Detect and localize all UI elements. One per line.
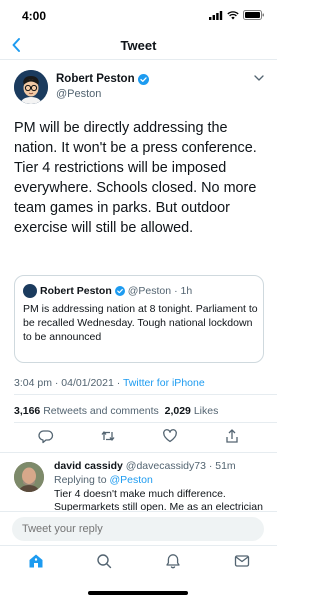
tweet-timestamp: 3:04 pm · 04/01/2021 · Twitter for iPhon… bbox=[14, 377, 205, 389]
retweet-icon[interactable] bbox=[100, 428, 116, 444]
tweet-author: Robert Peston @Peston bbox=[14, 70, 264, 106]
author-name[interactable]: Robert Peston bbox=[56, 73, 149, 85]
author-handle: @Peston bbox=[56, 88, 102, 100]
replying-to-handle[interactable]: @Peston bbox=[109, 474, 152, 486]
notifications-icon[interactable] bbox=[165, 553, 181, 569]
likes-count[interactable]: 2,029 bbox=[165, 405, 191, 417]
reply-compose-bar bbox=[0, 511, 277, 545]
signal-icon bbox=[209, 10, 223, 20]
search-icon[interactable] bbox=[96, 553, 112, 569]
reply-author-name[interactable]: david cassidy bbox=[54, 460, 123, 472]
verified-badge-icon bbox=[114, 286, 125, 296]
quoted-author-handle: @Peston bbox=[127, 285, 172, 297]
status-icons bbox=[209, 10, 265, 20]
reply-author-handle: @davecassidy73 bbox=[125, 460, 206, 472]
chevron-down-icon[interactable] bbox=[254, 74, 264, 82]
quoted-tweet-header: Robert Peston @Peston · 1h bbox=[23, 284, 192, 298]
verified-badge-icon bbox=[137, 73, 149, 85]
home-indicator bbox=[88, 591, 188, 595]
quoted-age: · 1h bbox=[174, 285, 193, 297]
author-avatar[interactable] bbox=[14, 70, 48, 104]
share-icon[interactable] bbox=[224, 428, 240, 444]
divider bbox=[0, 452, 277, 453]
retweets-count[interactable]: 3,166 bbox=[14, 405, 40, 417]
replying-to: Replying to @Peston bbox=[54, 474, 153, 486]
quoted-author-name: Robert Peston bbox=[40, 285, 112, 297]
quoted-tweet-text: PM is addressing nation at 8 tonight. Pa… bbox=[23, 303, 258, 343]
divider bbox=[14, 422, 277, 423]
reply-avatar[interactable] bbox=[14, 462, 44, 492]
divider bbox=[14, 394, 277, 395]
quoted-tweet[interactable]: Robert Peston @Peston · 1h PM is address… bbox=[14, 275, 264, 363]
bottom-tab-bar bbox=[0, 545, 277, 600]
reply-header: david cassidy @davecassidy73 · 51m bbox=[54, 460, 236, 472]
home-icon[interactable] bbox=[28, 553, 44, 569]
reply-text: Tier 4 doesn't make much difference. Sup… bbox=[54, 488, 263, 511]
like-icon[interactable] bbox=[162, 428, 178, 444]
likes-label[interactable]: Likes bbox=[194, 405, 219, 417]
battery-icon bbox=[243, 10, 264, 20]
reply-input[interactable] bbox=[12, 517, 264, 541]
client-link[interactable]: Twitter for iPhone bbox=[123, 377, 205, 389]
page-title: Tweet bbox=[120, 38, 157, 53]
status-time: 4:00 bbox=[22, 9, 47, 23]
retweets-label[interactable]: Retweets and comments bbox=[43, 405, 159, 417]
author-name-text: Robert Peston bbox=[56, 73, 135, 85]
quoted-avatar bbox=[23, 284, 37, 298]
reply-age: · 51m bbox=[208, 460, 236, 472]
status-bar: 4:00 bbox=[0, 0, 277, 30]
messages-icon[interactable] bbox=[234, 553, 250, 569]
tweet-text: PM will be directly addressing the natio… bbox=[14, 120, 257, 236]
timestamp-text: 3:04 pm · 04/01/2021 · bbox=[14, 377, 123, 389]
reply-tweet[interactable]: david cassidy @davecassidy73 · 51m Reply… bbox=[0, 458, 277, 511]
nav-header: Tweet bbox=[0, 30, 277, 60]
reply-icon[interactable] bbox=[38, 428, 54, 444]
replying-to-label: Replying to bbox=[54, 474, 110, 486]
wifi-icon bbox=[227, 10, 239, 19]
tweet-actions bbox=[0, 428, 277, 450]
tweet-stats: 3,166 Retweets and comments 2,029 Likes bbox=[14, 405, 218, 417]
